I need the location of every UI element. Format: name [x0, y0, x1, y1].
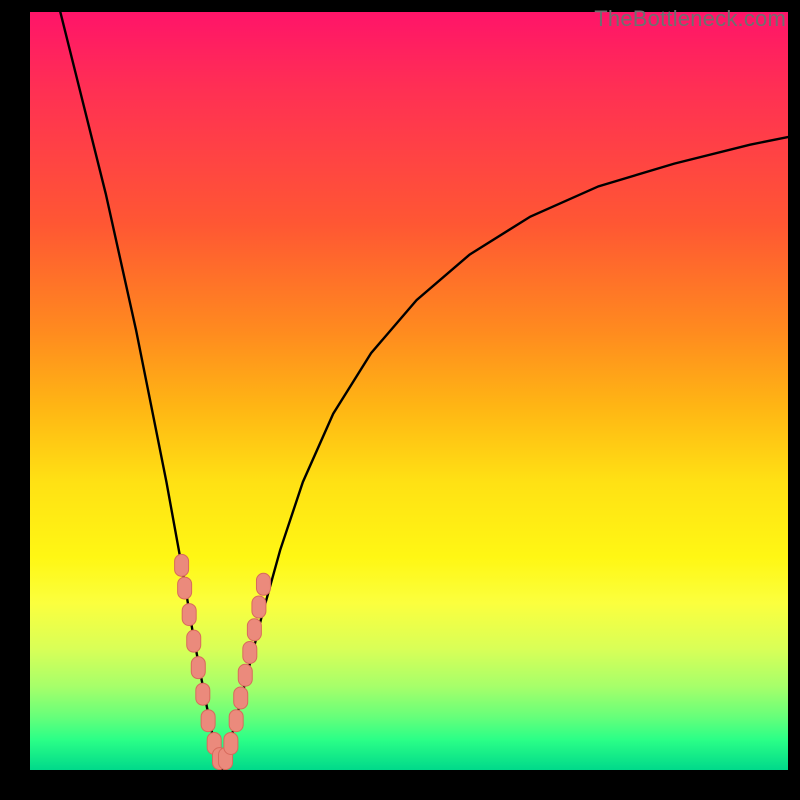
data-marker	[229, 710, 243, 732]
curve-right-branch	[222, 137, 788, 770]
watermark-text: TheBottleneck.com	[594, 6, 786, 32]
data-marker	[256, 573, 270, 595]
data-marker	[201, 710, 215, 732]
data-marker	[182, 604, 196, 626]
chart-svg	[30, 12, 788, 770]
plot-area	[30, 12, 788, 770]
data-marker	[224, 732, 238, 754]
data-marker	[238, 664, 252, 686]
data-marker	[243, 642, 257, 664]
chart-frame: TheBottleneck.com	[0, 0, 800, 800]
data-marker	[187, 630, 201, 652]
data-marker	[175, 554, 189, 576]
data-marker	[234, 687, 248, 709]
data-marker	[252, 596, 266, 618]
data-marker	[191, 657, 205, 679]
data-marker	[196, 683, 210, 705]
data-marker	[247, 619, 261, 641]
marker-cluster	[175, 554, 271, 769]
data-marker	[178, 577, 192, 599]
